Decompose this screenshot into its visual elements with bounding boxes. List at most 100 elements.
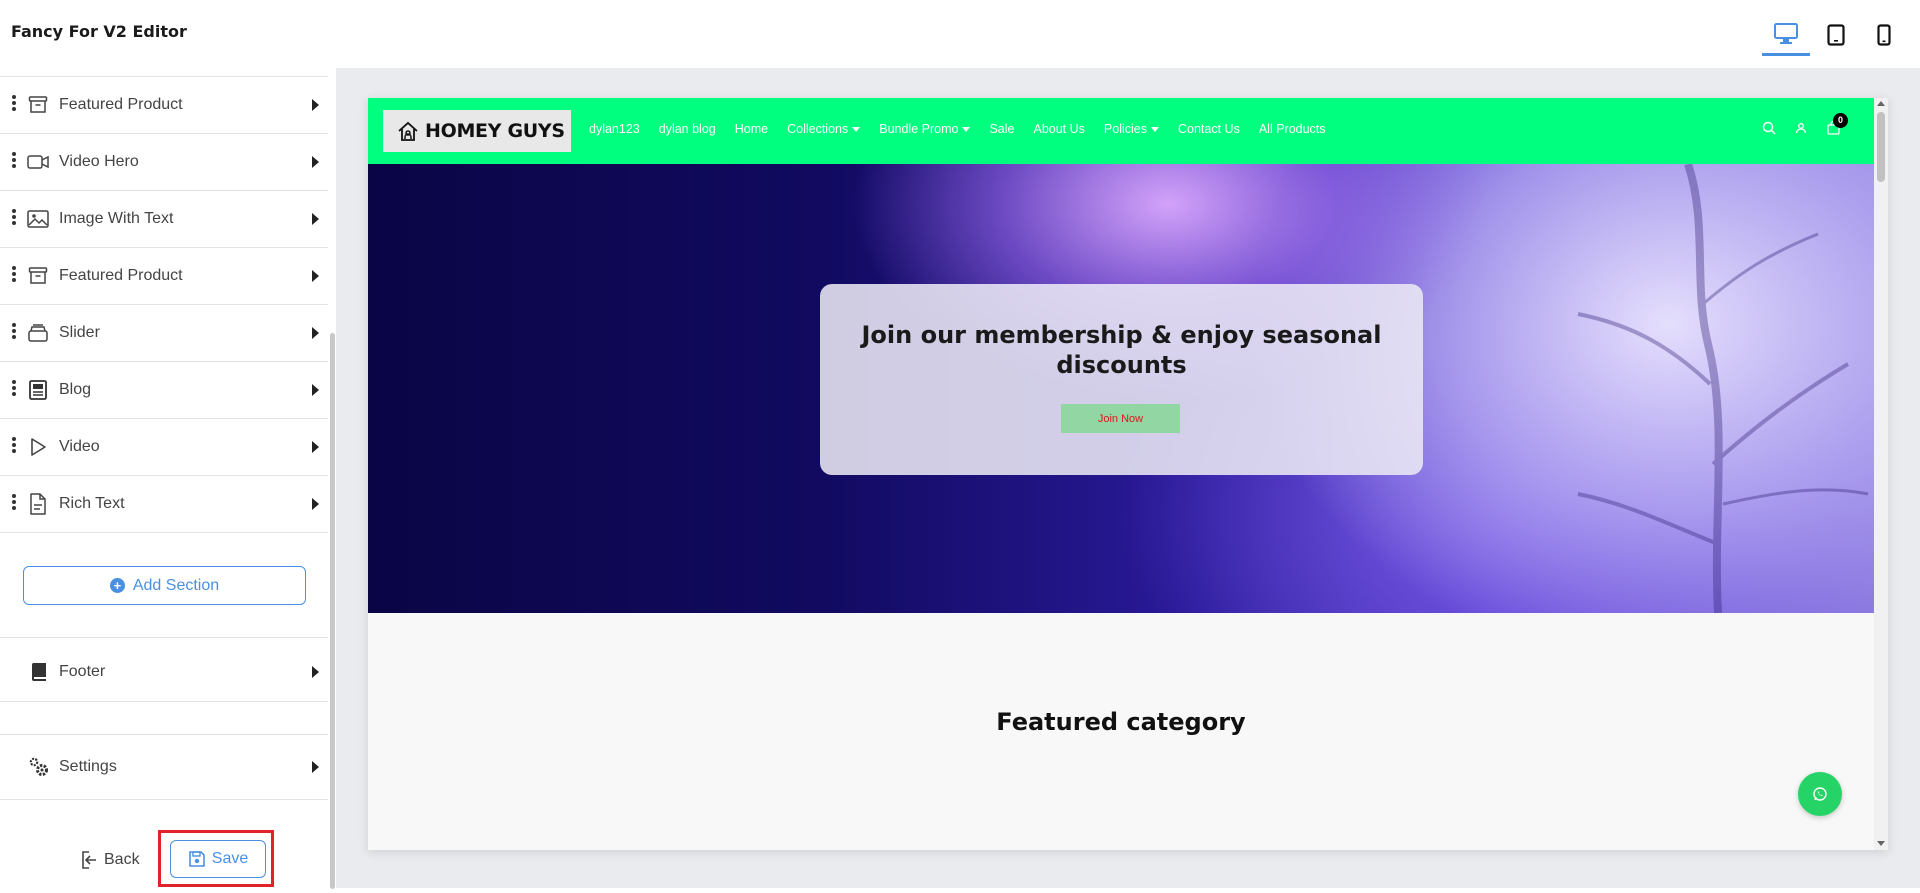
drag-handle-icon[interactable]: [11, 322, 17, 344]
plus-circle-icon: +: [109, 578, 125, 593]
drag-handle-icon[interactable]: [11, 379, 17, 401]
desktop-icon: [1774, 22, 1798, 44]
drag-handle-icon[interactable]: [11, 151, 17, 173]
mobile-icon: [1877, 24, 1891, 46]
section-label: Blog: [59, 381, 92, 398]
nav-link-dylan-blog[interactable]: dylan blog: [659, 122, 716, 136]
video-camera-icon: [27, 151, 49, 173]
nav-link-contact-us[interactable]: Contact Us: [1178, 122, 1240, 136]
drag-handle-icon[interactable]: [11, 493, 17, 515]
sidebar-scrollbar[interactable]: [330, 333, 335, 889]
section-item-footer[interactable]: Footer: [0, 642, 328, 702]
desktop-view-button[interactable]: [1762, 14, 1810, 56]
membership-card: Join our membership & enjoy seasonal dis…: [820, 284, 1423, 475]
section-item-rich-text[interactable]: Rich Text: [0, 476, 328, 533]
join-now-button[interactable]: Join Now: [1061, 404, 1180, 433]
caret-right-icon: [312, 156, 319, 168]
app-title: Fancy For V2 Editor: [11, 22, 187, 41]
top-bar: Fancy For V2 Editor: [0, 0, 1920, 68]
back-button[interactable]: Back: [80, 848, 140, 872]
section-label: Video: [59, 438, 100, 455]
caret-right-icon: [312, 498, 319, 510]
site-header: HOMEY GUYS dylan123 dylan blog Home Coll…: [368, 98, 1874, 164]
tree-silhouette: [1577, 164, 1869, 613]
hero-banner: Join our membership & enjoy seasonal dis…: [368, 164, 1874, 613]
caret-right-icon: [312, 327, 319, 339]
tablet-view-button[interactable]: [1812, 14, 1860, 56]
site-preview-frame[interactable]: HOMEY GUYS dylan123 dylan blog Home Coll…: [368, 98, 1888, 850]
drag-handle-icon[interactable]: [11, 436, 17, 458]
scrollbar-thumb[interactable]: [1877, 112, 1885, 182]
search-icon[interactable]: [1761, 120, 1777, 136]
whatsapp-icon: [1813, 787, 1827, 801]
caret-down-icon: [852, 127, 861, 133]
caret-right-icon: [312, 213, 319, 225]
section-label: Settings: [59, 758, 117, 775]
nav-link-sale[interactable]: Sale: [989, 122, 1014, 136]
logo-text: HOMEY GUYS: [425, 120, 565, 142]
add-section-label: Add Section: [132, 576, 220, 594]
mobile-view-button[interactable]: [1860, 14, 1908, 56]
play-icon: [27, 436, 49, 458]
caret-right-icon: [312, 441, 319, 453]
section-item-featured-product[interactable]: Featured Product: [0, 77, 328, 134]
scroll-down-icon[interactable]: [1877, 841, 1885, 846]
section-label: Featured Product: [59, 267, 183, 284]
section-label: Rich Text: [59, 495, 125, 512]
section-item-settings[interactable]: Settings: [0, 735, 328, 800]
shopping-bag-icon[interactable]: 0: [1825, 113, 1848, 136]
divider: [0, 637, 328, 638]
site-logo[interactable]: HOMEY GUYS: [383, 110, 571, 152]
archive-box-icon: [27, 265, 49, 287]
nav-link-policies[interactable]: Policies: [1104, 122, 1159, 136]
section-item-video-hero[interactable]: Video Hero: [0, 134, 328, 191]
section-item-featured-product-2[interactable]: Featured Product: [0, 248, 328, 305]
whatsapp-button[interactable]: [1798, 772, 1842, 816]
add-section-button[interactable]: + Add Section: [23, 566, 306, 605]
section-label: Video Hero: [59, 153, 139, 170]
floppy-disk-icon: [188, 851, 205, 867]
site-header-icons: 0: [1761, 113, 1857, 136]
section-item-video[interactable]: Video: [0, 419, 328, 476]
caret-down-icon: [962, 127, 971, 133]
section-item-slider[interactable]: Slider: [0, 305, 328, 362]
document-text-icon: [27, 493, 49, 515]
section-item-image-with-text[interactable]: Image With Text: [0, 191, 328, 248]
newspaper-icon: [27, 379, 49, 401]
caret-right-icon: [312, 270, 319, 282]
nav-link-about-us[interactable]: About Us: [1033, 122, 1084, 136]
nav-link-collections[interactable]: Collections: [787, 122, 861, 136]
drag-handle-icon[interactable]: [11, 265, 17, 287]
sign-out-icon: [82, 851, 96, 869]
nav-link-bundle-promo[interactable]: Bundle Promo: [879, 122, 971, 136]
tablet-icon: [1827, 24, 1845, 46]
caret-right-icon: [312, 761, 319, 773]
section-label: Footer: [59, 662, 106, 680]
cart-count-badge: 0: [1833, 113, 1848, 128]
user-icon[interactable]: [1793, 120, 1809, 136]
house-icon: [398, 121, 418, 141]
archive-box-icon: [27, 94, 49, 116]
featured-category-heading: Featured category: [996, 708, 1246, 736]
preview-scrollbar[interactable]: [1874, 98, 1888, 850]
book-icon: [28, 661, 50, 683]
gears-icon: [28, 756, 50, 778]
drag-handle-icon[interactable]: [11, 94, 17, 116]
nav-link-dylan123[interactable]: dylan123: [589, 122, 640, 136]
caret-right-icon: [312, 665, 319, 678]
caret-down-icon: [1150, 127, 1159, 133]
save-button[interactable]: Save: [170, 840, 266, 878]
nav-link-all-products[interactable]: All Products: [1259, 122, 1326, 136]
section-item-blog[interactable]: Blog: [0, 362, 328, 419]
image-icon: [27, 208, 49, 230]
section-label: Image With Text: [59, 210, 174, 227]
hero-heading: Join our membership & enjoy seasonal dis…: [861, 321, 1382, 379]
section-label: Slider: [59, 324, 100, 341]
scroll-up-icon[interactable]: [1877, 101, 1885, 106]
site-nav-links: dylan123 dylan blog Home Collections Bun…: [589, 122, 1345, 136]
nav-link-home[interactable]: Home: [735, 122, 768, 136]
save-label: Save: [211, 850, 249, 867]
drag-handle-icon[interactable]: [11, 208, 17, 230]
caret-right-icon: [312, 384, 319, 396]
layers-icon: [27, 322, 49, 344]
